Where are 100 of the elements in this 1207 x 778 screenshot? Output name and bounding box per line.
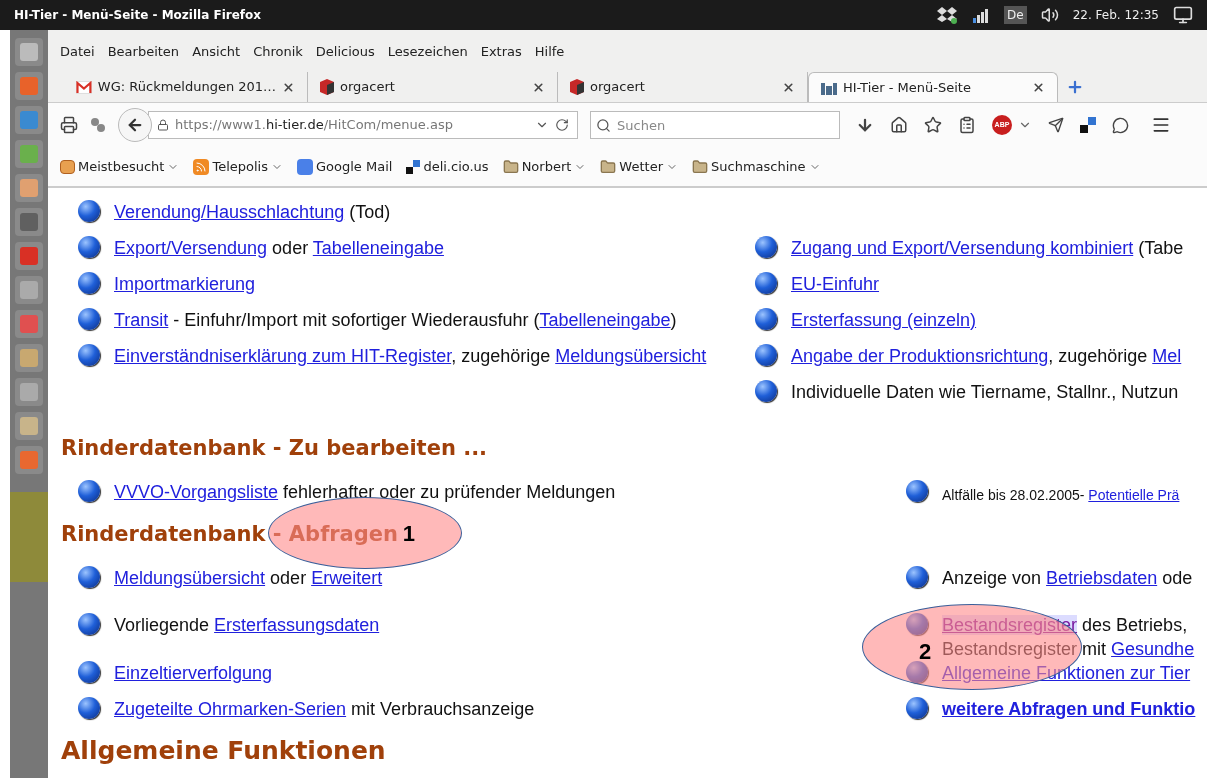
bullet-icon bbox=[906, 697, 928, 719]
entry-text: VVVO-Vorgangsliste fehlerhafter oder zu prüfender Meldungen bbox=[114, 481, 616, 504]
page-link[interactable]: Betriebsdaten bbox=[1046, 568, 1158, 588]
tab-title: orgacert bbox=[340, 78, 395, 97]
section-heading: Allgemeine Funktionen bbox=[61, 737, 386, 765]
star-icon[interactable] bbox=[924, 116, 942, 134]
bullet-icon bbox=[78, 480, 100, 502]
bullet-icon bbox=[906, 480, 928, 502]
bookmark-item[interactable]: Suchmaschine bbox=[692, 156, 821, 177]
menu-item[interactable]: Chronik bbox=[253, 42, 303, 62]
bullet-icon bbox=[755, 344, 777, 366]
menu-icon[interactable] bbox=[1151, 115, 1171, 135]
bullet-icon bbox=[755, 308, 777, 330]
page-link[interactable]: Potentielle Prä bbox=[1088, 487, 1180, 503]
monitor-icon[interactable] bbox=[1173, 5, 1193, 25]
menu-item[interactable]: Ansicht bbox=[192, 42, 241, 62]
url-field[interactable]: https://www1.hi-tier.de/HitCom/menue.asp bbox=[148, 111, 578, 139]
page-link[interactable]: Ersterfassung (einzeln) bbox=[791, 310, 977, 330]
section-heading: Rinderdatenbank - Abfragen bbox=[61, 521, 398, 548]
page-link[interactable]: Zugeteilte Ohrmarken-Serien bbox=[114, 699, 347, 719]
page-link[interactable]: VVVO-Vorgangsliste bbox=[114, 482, 279, 502]
cube-icon bbox=[320, 79, 334, 95]
section-heading: Rinderdatenbank - Zu bearbeiten ... bbox=[61, 435, 488, 462]
chat-icon[interactable] bbox=[1112, 116, 1129, 134]
entry-text: Zugeteilte Ohrmarken-Serien mit Verbrauchsanzeige bbox=[114, 698, 535, 721]
page-link[interactable]: Gesundhe bbox=[1111, 639, 1195, 659]
menu-item[interactable]: Delicious bbox=[315, 42, 375, 62]
page-link[interactable]: Angabe der Produktionsrichtung bbox=[791, 346, 1049, 366]
volume-icon[interactable] bbox=[1040, 6, 1059, 24]
page-link[interactable]: Zugang und Export/Versendung kombiniert bbox=[791, 238, 1134, 258]
entry-text: Bestandsregister mit Gesundhe bbox=[942, 638, 1195, 661]
page-link[interactable]: Transit bbox=[114, 310, 169, 330]
entry-text: Meldungsübersicht oder Erweitert bbox=[114, 567, 383, 590]
entry-text: Altfälle bis 28.02.2005- Potentielle Prä bbox=[942, 486, 1180, 505]
menu-item[interactable]: Hilfe bbox=[534, 42, 565, 62]
bookmark-item[interactable]: Wetter bbox=[600, 156, 678, 177]
bullet-icon bbox=[906, 661, 928, 683]
close-icon[interactable] bbox=[1032, 81, 1045, 94]
bookmark-item[interactable]: Google Mail bbox=[297, 156, 393, 177]
menu-item[interactable]: Extras bbox=[480, 42, 522, 62]
search-field[interactable]: Suchen bbox=[590, 111, 840, 139]
keyboard-layout[interactable]: De bbox=[1004, 6, 1027, 24]
page-link[interactable]: Export/Versendung bbox=[114, 238, 268, 258]
window-title: HI-Tier - Menü-Seite - Mozilla Firefox bbox=[14, 7, 262, 24]
bookmark-item[interactable]: Meistbesucht bbox=[60, 156, 180, 177]
entry-text: Angabe der Produktionsrichtung, zugehörige Mel bbox=[791, 345, 1182, 368]
page-link[interactable]: Tabelleneingabe bbox=[312, 238, 444, 258]
annotation-number: 1 bbox=[402, 519, 415, 548]
new-tab-icon[interactable] bbox=[1066, 78, 1084, 96]
menu-item[interactable]: Datei bbox=[60, 42, 95, 62]
menu-item[interactable]: Lesezeichen bbox=[387, 42, 468, 62]
page-link[interactable]: Ersterfassungsdaten bbox=[214, 615, 380, 635]
bullet-icon bbox=[906, 566, 928, 588]
rss-icon bbox=[193, 158, 210, 175]
annotation-number: 2 bbox=[919, 637, 932, 666]
close-icon[interactable] bbox=[532, 80, 545, 94]
bullet-icon bbox=[78, 697, 100, 719]
page-link[interactable]: EU-Einfuhr bbox=[791, 274, 880, 294]
page-link[interactable]: Importmarkierung bbox=[114, 274, 256, 294]
squares-icon[interactable] bbox=[1080, 117, 1096, 133]
page-link[interactable]: Tabelleneingabe bbox=[539, 310, 671, 330]
bookmark-item[interactable]: deli.cio.us bbox=[406, 156, 489, 177]
home-icon[interactable] bbox=[890, 116, 908, 134]
menu-item[interactable]: Bearbeiten bbox=[107, 42, 180, 62]
dropbox-icon[interactable] bbox=[936, 6, 958, 24]
browser-tab[interactable]: HI-Tier - Menü-Seite bbox=[808, 72, 1058, 102]
squares-icon bbox=[406, 159, 421, 174]
entry-text: Zugang und Export/Versendung kombiniert (Tabe bbox=[791, 237, 1184, 260]
page-link[interactable]: Meldungsübersicht bbox=[555, 346, 707, 366]
entry-text: Transit - Einfuhr/Import mit sofortiger Wiederausfuhr (Tabelleneingabe) bbox=[114, 309, 677, 332]
page-link[interactable]: Erweitert bbox=[311, 568, 383, 588]
entry-text: Individuelle Daten wie Tiername, Stallnr., Nutzun bbox=[791, 381, 1179, 404]
page-link[interactable]: Einverständniserklärung zum HIT-Register bbox=[114, 346, 452, 366]
close-icon[interactable] bbox=[782, 80, 795, 94]
entry-text: Verendung/Hausschlachtung (Tod) bbox=[114, 201, 391, 224]
bookmark-item[interactable]: Telepolis bbox=[193, 156, 283, 177]
clock[interactable]: 22. Feb. 12:35 bbox=[1072, 6, 1159, 24]
page-link[interactable]: weitere Abfragen und Funktio bbox=[942, 699, 1196, 719]
page-link[interactable]: Einzeltierverfolgung bbox=[114, 663, 273, 683]
cube-icon bbox=[570, 79, 584, 95]
send-icon[interactable] bbox=[1048, 117, 1064, 133]
bullet-icon bbox=[755, 236, 777, 258]
close-icon[interactable] bbox=[282, 80, 295, 94]
bookmark-item[interactable]: Norbert bbox=[502, 156, 587, 177]
bullet-icon bbox=[78, 566, 100, 588]
tab-title: orgacert bbox=[590, 78, 645, 97]
bullet-icon bbox=[755, 380, 777, 402]
entry-text: Einverständniserklärung zum HIT-Register, zugehörige Meldungsübersicht bbox=[114, 345, 707, 368]
lock-icon bbox=[157, 119, 169, 131]
entry-text: Vorliegende Ersterfassungsdaten bbox=[114, 614, 380, 637]
page-link[interactable]: Verendung/Hausschlachtung bbox=[114, 202, 345, 222]
signal-icon[interactable] bbox=[972, 7, 990, 23]
reading-list-icon[interactable] bbox=[958, 116, 976, 134]
page-link[interactable]: Meldungsübersicht bbox=[114, 568, 266, 588]
download-icon[interactable] bbox=[856, 116, 874, 134]
back-button[interactable] bbox=[118, 108, 152, 142]
bullet-icon bbox=[755, 272, 777, 294]
page-link[interactable]: Mel bbox=[1152, 346, 1182, 366]
print-icon[interactable] bbox=[60, 116, 78, 134]
reload-icon[interactable] bbox=[555, 118, 569, 132]
